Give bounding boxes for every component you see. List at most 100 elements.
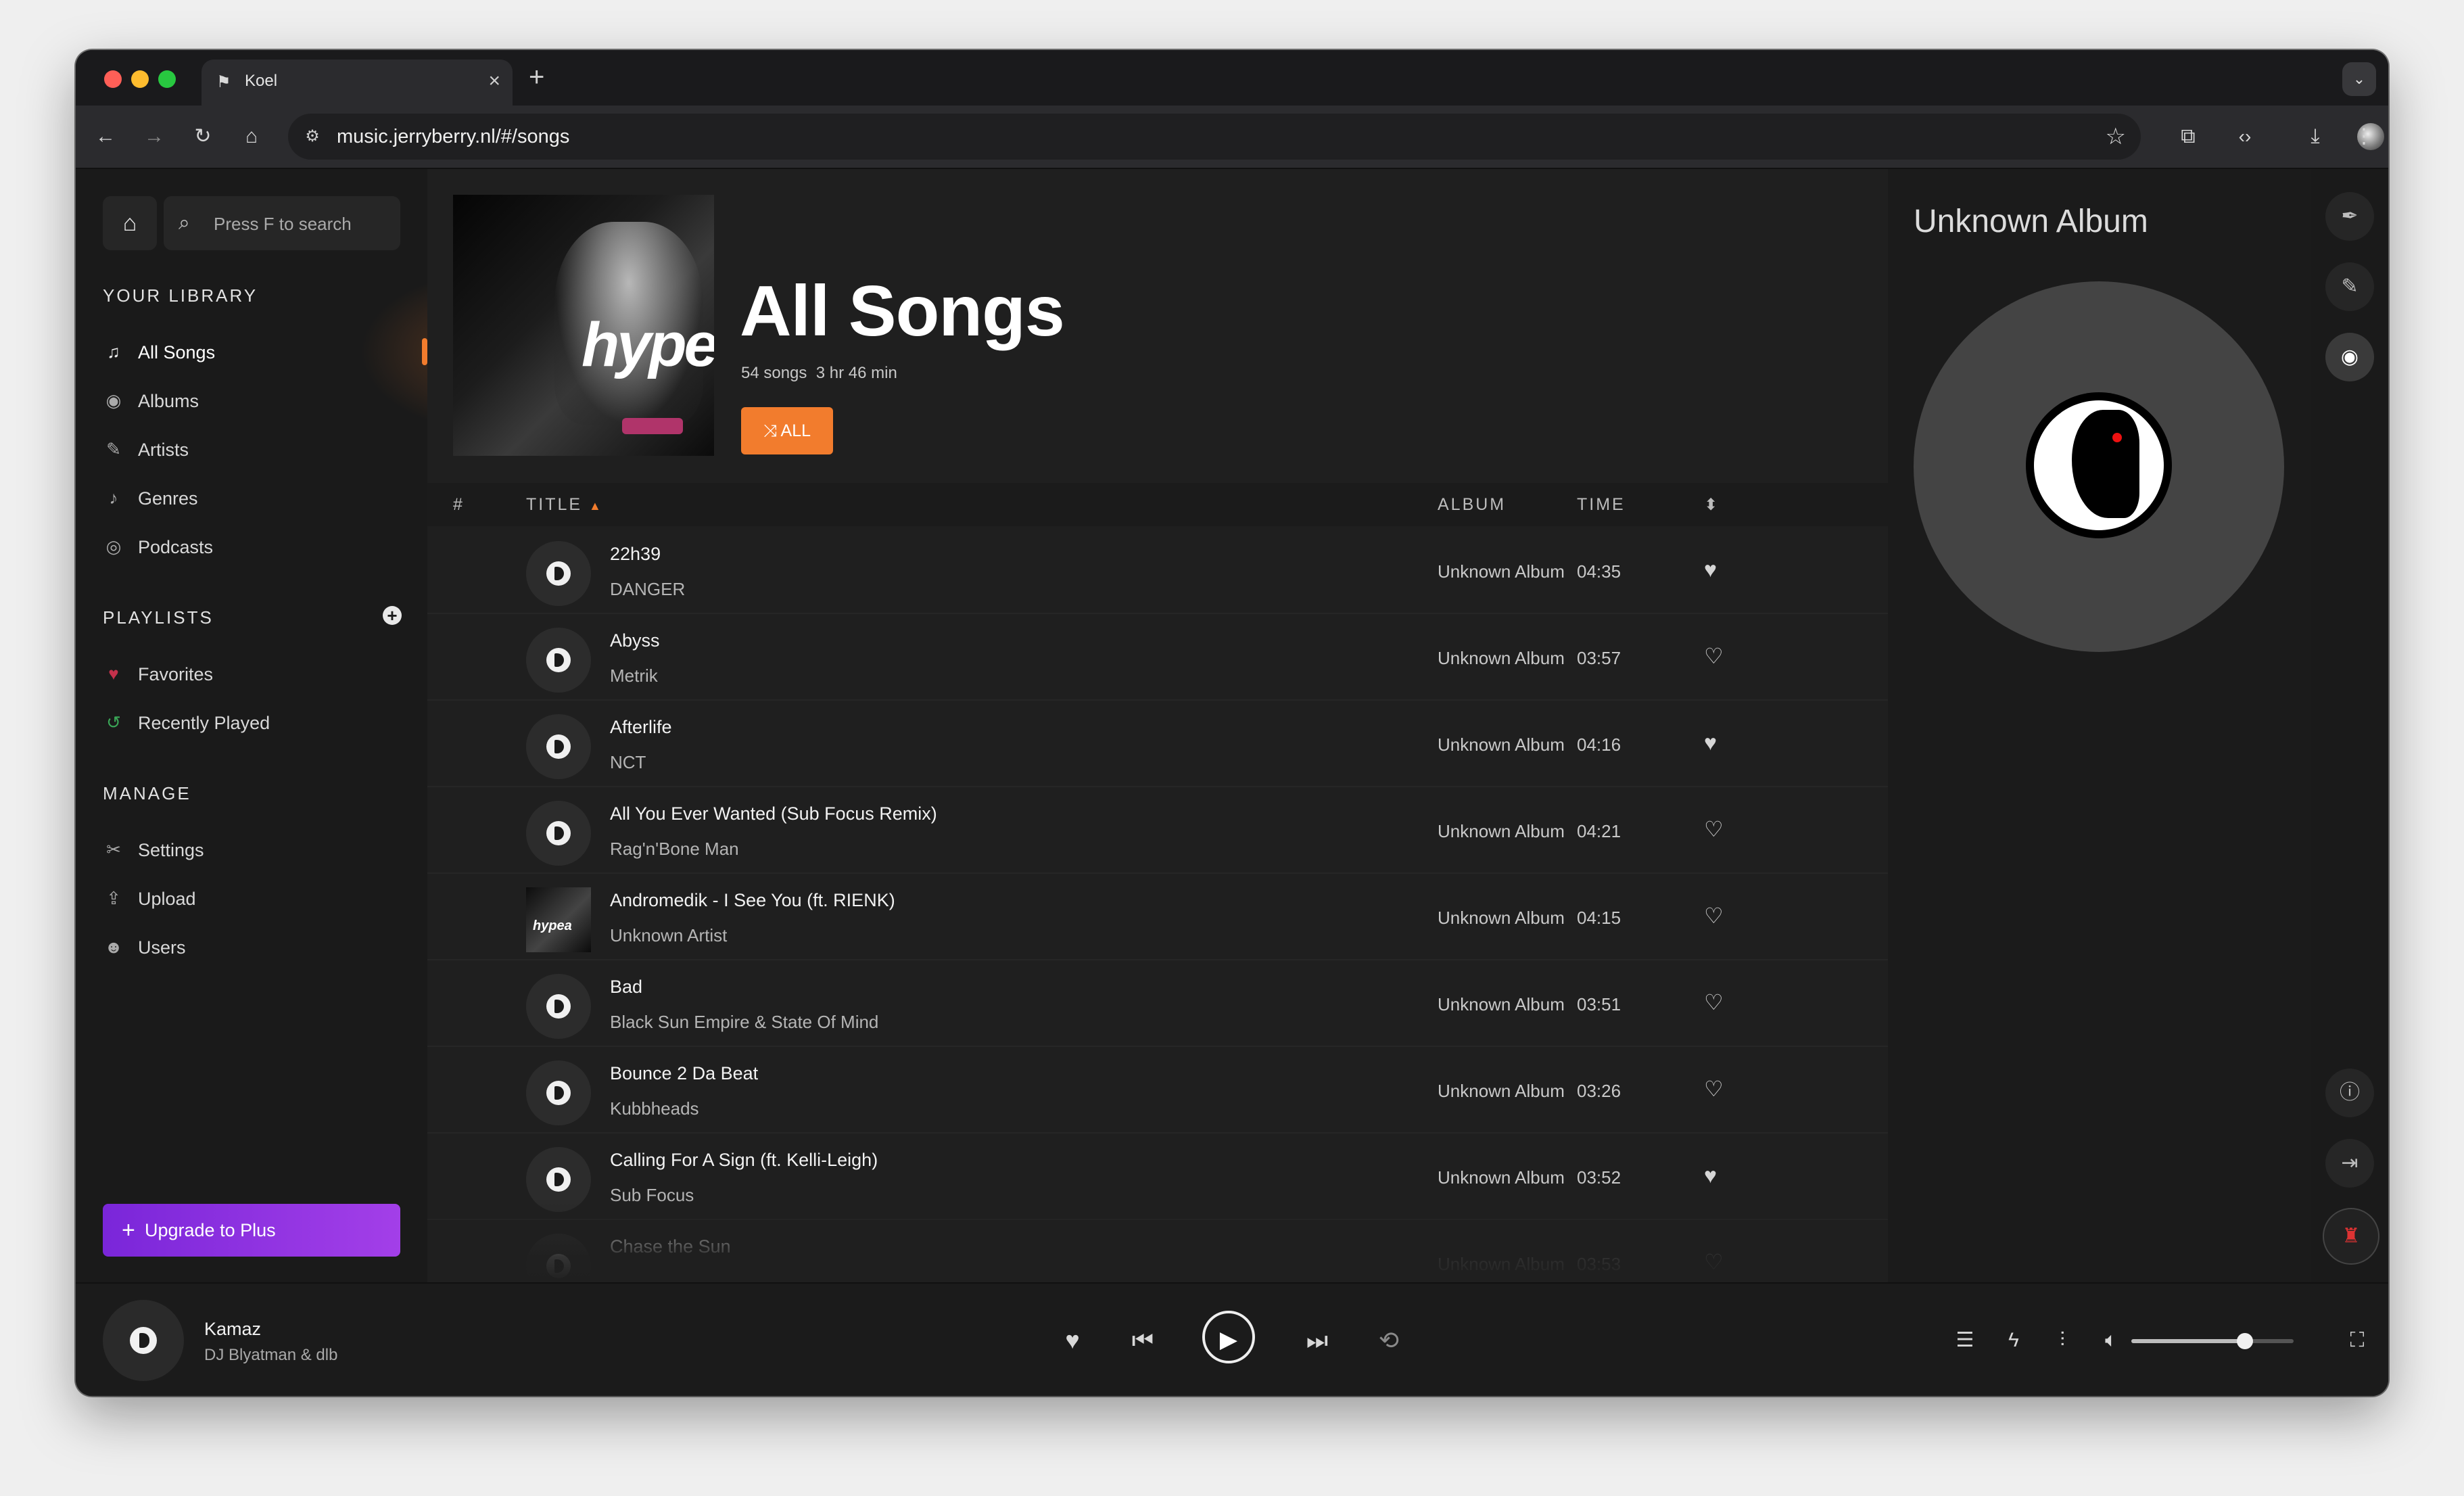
sidebar-item-settings[interactable]: ✂ Settings bbox=[103, 831, 400, 868]
song-disc-thumbnail[interactable] bbox=[526, 801, 591, 866]
minimize-window-button[interactable] bbox=[131, 70, 149, 88]
upgrade-button[interactable]: + Upgrade to Plus bbox=[103, 1204, 400, 1257]
next-track-icon[interactable]: ⏭ bbox=[1301, 1326, 1333, 1355]
volume-slider[interactable] bbox=[2131, 1333, 2294, 1349]
song-disc-thumbnail[interactable] bbox=[526, 541, 591, 606]
sidebar-item-all-songs[interactable]: ♫ All Songs bbox=[103, 333, 400, 371]
forward-arrow-icon[interactable]: → bbox=[138, 120, 170, 153]
like-heart-icon[interactable]: ♥ bbox=[1056, 1326, 1089, 1355]
search-placeholder: Press F to search bbox=[214, 214, 352, 234]
podcast-icon: ◎ bbox=[105, 536, 122, 557]
disc-icon: ◉ bbox=[105, 390, 122, 411]
sidebar-item-label: Genres bbox=[138, 488, 198, 509]
table-header: # TITLE ▲ ALBUM TIME ⬍ bbox=[427, 483, 1888, 526]
table-row[interactable]: Afterlife NCT Unknown Album 04:16 ♥ bbox=[427, 699, 1888, 787]
col-time[interactable]: TIME bbox=[1577, 495, 1626, 515]
fullscreen-icon[interactable]: ⛶ bbox=[2341, 1326, 2373, 1355]
sidebar-item-genres[interactable]: ♪ Genres bbox=[103, 479, 400, 517]
sidebar-item-podcasts[interactable]: ◎ Podcasts bbox=[103, 528, 400, 565]
queue-list-icon[interactable]: ☰ bbox=[1949, 1326, 1981, 1355]
song-disc-thumbnail[interactable] bbox=[526, 1060, 591, 1125]
table-row[interactable]: Bad Black Sun Empire & State Of Mind Unkno… bbox=[427, 959, 1888, 1047]
devtools-code-icon[interactable]: ‹› bbox=[2229, 120, 2261, 153]
heart-outline-icon[interactable]: ♡ bbox=[1704, 904, 1724, 928]
disc-icon bbox=[546, 994, 571, 1019]
table-row[interactable]: Bounce 2 Da Beat Kubbheads Unknown Album 03… bbox=[427, 1046, 1888, 1133]
song-disc-thumbnail[interactable] bbox=[526, 974, 591, 1039]
sidebar-item-label: Artists bbox=[138, 440, 189, 460]
heart-outline-icon[interactable]: ♡ bbox=[1704, 644, 1724, 668]
repeat-icon[interactable]: ⟲ bbox=[1373, 1326, 1405, 1355]
col-title[interactable]: TITLE ▲ bbox=[526, 495, 603, 515]
now-playing-cover[interactable] bbox=[103, 1300, 184, 1381]
play-button[interactable]: ▶ bbox=[1202, 1311, 1255, 1363]
song-time: 03:57 bbox=[1577, 648, 1621, 668]
song-disc-thumbnail[interactable] bbox=[526, 714, 591, 779]
bookmark-star-icon[interactable]: ☆ bbox=[2106, 123, 2126, 150]
volume-knob[interactable] bbox=[2237, 1333, 2253, 1349]
sidebar-item-albums[interactable]: ◉ Albums bbox=[103, 381, 400, 419]
song-cover-thumbnail[interactable]: hypea bbox=[526, 887, 591, 952]
heart-filled-icon[interactable]: ♥ bbox=[1704, 557, 1717, 582]
visualizer-icon[interactable]: ⫶ bbox=[2046, 1326, 2079, 1355]
heart-outline-icon[interactable]: ♡ bbox=[1704, 817, 1724, 841]
home-button[interactable]: ⌂ bbox=[103, 196, 157, 250]
sidebar-item-recently-played[interactable]: ↺ Recently Played bbox=[103, 703, 400, 741]
reload-icon[interactable]: ↻ bbox=[187, 120, 219, 153]
table-row[interactable]: 22h39 DANGER Unknown Album 04:35 ♥ bbox=[427, 526, 1888, 614]
tab-search-chevron-icon[interactable]: ⌄ bbox=[2342, 62, 2376, 96]
col-album[interactable]: ALBUM bbox=[1438, 495, 1506, 515]
info-icon[interactable]: ⓘ bbox=[2325, 1069, 2374, 1117]
back-arrow-icon[interactable]: ← bbox=[89, 120, 122, 153]
table-row[interactable]: Abyss Metrik Unknown Album 03:57 ♡ bbox=[427, 613, 1888, 701]
close-tab-icon[interactable]: × bbox=[488, 69, 500, 93]
extensions-puzzle-icon[interactable]: ⧉ bbox=[2172, 120, 2204, 153]
now-playing-title[interactable]: Kamaz bbox=[204, 1319, 261, 1340]
sidebar-item-favorites[interactable]: ♥ Favorites bbox=[103, 655, 400, 693]
song-album: Unknown Album bbox=[1438, 561, 1565, 582]
heart-outline-icon[interactable]: ♡ bbox=[1704, 1077, 1724, 1101]
song-album: Unknown Album bbox=[1438, 908, 1565, 928]
song-time: 04:16 bbox=[1577, 734, 1621, 755]
search-input[interactable]: ⌕ Press F to search bbox=[164, 196, 400, 250]
shuffle-all-button[interactable]: ⤨ ALL bbox=[741, 407, 833, 454]
sort-toggle-icon[interactable]: ⬍ bbox=[1704, 495, 1717, 515]
table-row[interactable]: All You Ever Wanted (Sub Focus Remix) Rag… bbox=[427, 786, 1888, 874]
lyrics-feather-icon[interactable]: ✒ bbox=[2325, 192, 2374, 241]
artist-microphone-icon[interactable]: ✎ bbox=[2325, 262, 2374, 311]
music-note-icon: ♫ bbox=[107, 342, 120, 362]
song-title: Afterlife bbox=[610, 717, 672, 737]
song-artist: Rag'n'Bone Man bbox=[610, 839, 739, 859]
previous-track-icon[interactable]: ⏮ bbox=[1127, 1326, 1159, 1355]
sidebar-item-users[interactable]: ☻ Users bbox=[103, 928, 400, 966]
browser-menu-kebab-icon[interactable]: ⋮ bbox=[2350, 120, 2377, 153]
maximize-window-button[interactable] bbox=[158, 70, 176, 88]
heart-filled-icon[interactable]: ♥ bbox=[1704, 730, 1717, 755]
song-disc-thumbnail[interactable] bbox=[526, 628, 591, 693]
volume-speaker-icon[interactable]: 🔈︎ bbox=[2095, 1326, 2127, 1355]
heart-filled-icon[interactable]: ♥ bbox=[1704, 1163, 1717, 1188]
plus-icon: + bbox=[122, 1217, 135, 1243]
table-row[interactable]: hypea Andromedik - I See You (ft. RIENK) U… bbox=[427, 872, 1888, 960]
sidebar: ⌂ ⌕ Press F to search YOUR LIBRARY ♫ All… bbox=[76, 169, 495, 1282]
address-bar[interactable]: ⚙ music.jerryberry.nl/#/songs ☆ bbox=[288, 114, 2141, 160]
heart-outline-icon[interactable]: ♡ bbox=[1704, 990, 1724, 1014]
sidebar-item-artists[interactable]: ✎ Artists bbox=[103, 430, 400, 468]
site-settings-icon[interactable]: ⚙ bbox=[300, 124, 325, 149]
album-disc-icon[interactable]: ◉ bbox=[2325, 333, 2374, 381]
browser-tab[interactable]: ⚑ Koel × bbox=[202, 60, 513, 106]
new-tab-icon[interactable]: + bbox=[529, 62, 544, 92]
home-icon[interactable]: ⌂ bbox=[235, 120, 268, 153]
add-playlist-plus-icon[interactable]: + bbox=[383, 606, 402, 625]
user-avatar[interactable]: ♜ bbox=[2323, 1208, 2379, 1265]
song-title: Bounce 2 Da Beat bbox=[610, 1063, 759, 1083]
sidebar-item-upload[interactable]: ⇪ Upload bbox=[103, 879, 400, 917]
song-artist: DANGER bbox=[610, 579, 686, 599]
download-icon[interactable]: ⤓ bbox=[2299, 120, 2331, 153]
lightning-icon[interactable]: ϟ bbox=[1997, 1326, 2030, 1355]
now-playing-artist[interactable]: DJ Blyatman & dlb bbox=[204, 1346, 337, 1365]
logout-icon[interactable]: ⇥ bbox=[2325, 1139, 2374, 1188]
song-count: 54 songs bbox=[741, 364, 807, 382]
close-window-button[interactable] bbox=[104, 70, 122, 88]
col-number[interactable]: # bbox=[453, 495, 465, 515]
